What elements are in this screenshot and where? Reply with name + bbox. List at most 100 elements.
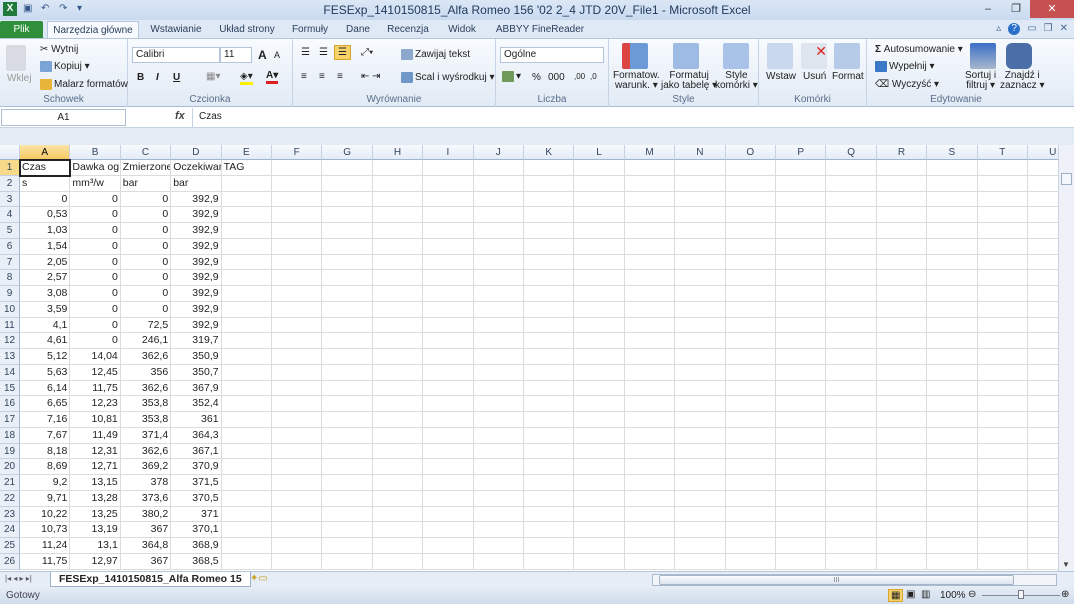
cell-T8[interactable] (977, 270, 1028, 287)
cell-B11[interactable]: 0 (70, 317, 121, 334)
cell-J7[interactable] (473, 254, 524, 271)
cell-P8[interactable] (776, 270, 827, 287)
cell-J5[interactable] (473, 223, 524, 239)
cell-P11[interactable] (776, 317, 827, 334)
align-right-icon[interactable]: ≡ (337, 71, 343, 82)
cell-J1[interactable] (473, 160, 524, 176)
cell-M22[interactable] (624, 490, 676, 507)
cell-H12[interactable] (372, 333, 424, 350)
cell-O14[interactable] (725, 364, 776, 381)
cell-M3[interactable] (624, 191, 676, 208)
cell-O26[interactable] (725, 554, 776, 570)
cell-R15[interactable] (876, 380, 928, 397)
cell-U23[interactable] (1028, 507, 1058, 523)
column-header-T[interactable]: T (977, 145, 1028, 160)
cell-I10[interactable] (423, 301, 474, 318)
align-center-icon[interactable]: ≡ (319, 71, 325, 82)
cell-F6[interactable] (272, 238, 323, 255)
cell-C4[interactable]: 0 (120, 207, 172, 224)
cell-I8[interactable] (423, 270, 474, 287)
cell-A2[interactable]: s (20, 175, 71, 192)
cell-E26[interactable] (221, 554, 272, 570)
cell-C5[interactable]: 0 (120, 223, 172, 239)
cell-R22[interactable] (876, 490, 928, 507)
cell-E9[interactable] (221, 286, 272, 302)
cell-S8[interactable] (927, 270, 978, 287)
cell-Q15[interactable] (826, 380, 877, 397)
row-header[interactable]: 11 (0, 317, 20, 334)
cell-H17[interactable] (372, 412, 424, 428)
italic-button[interactable]: I (156, 72, 159, 83)
cell-B16[interactable]: 12,23 (70, 396, 121, 413)
cell-Q25[interactable] (826, 538, 877, 554)
cell-H14[interactable] (372, 364, 424, 381)
cell-F22[interactable] (272, 490, 323, 507)
cell-C3[interactable]: 0 (120, 191, 172, 208)
cell-K6[interactable] (524, 238, 575, 255)
cell-J10[interactable] (473, 301, 524, 318)
cell-O3[interactable] (725, 191, 776, 208)
column-header-C[interactable]: C (120, 145, 172, 160)
cell-J9[interactable] (473, 286, 524, 302)
cell-J13[interactable] (473, 349, 524, 365)
zoom-slider-thumb[interactable] (1018, 590, 1024, 599)
select-all-corner[interactable] (0, 145, 20, 160)
column-header-I[interactable]: I (423, 145, 474, 160)
cell-Q4[interactable] (826, 207, 877, 224)
cell-U5[interactable] (1028, 223, 1058, 239)
cell-H23[interactable] (372, 506, 424, 523)
cell-U16[interactable] (1028, 396, 1058, 413)
cell-A5[interactable]: 1,03 (20, 223, 71, 239)
cell-U12[interactable] (1028, 333, 1058, 350)
cell-R7[interactable] (876, 254, 928, 271)
cell-P5[interactable] (776, 223, 827, 239)
cell-N12[interactable] (675, 333, 726, 350)
cell-R23[interactable] (876, 506, 928, 523)
cell-styles-button[interactable]: Style komórki ▾ (715, 71, 758, 91)
column-header-R[interactable]: R (876, 145, 928, 160)
cell-R11[interactable] (876, 317, 928, 334)
cell-D8[interactable]: 392,9 (171, 270, 222, 287)
cell-Q24[interactable] (826, 522, 877, 539)
cell-K22[interactable] (524, 490, 575, 507)
cell-M1[interactable] (624, 160, 676, 176)
cell-L16[interactable] (574, 396, 625, 413)
cell-B22[interactable]: 13,28 (70, 490, 121, 507)
cell-G17[interactable] (322, 412, 373, 428)
row-header[interactable]: 15 (0, 380, 20, 397)
number-format-combo[interactable]: Ogólne (500, 47, 604, 63)
cell-G13[interactable] (322, 349, 373, 365)
cell-S25[interactable] (927, 538, 978, 554)
cell-F8[interactable] (272, 270, 323, 287)
cell-F7[interactable] (272, 254, 323, 271)
cell-O22[interactable] (725, 490, 776, 507)
cell-H18[interactable] (372, 427, 424, 444)
cell-F24[interactable] (272, 522, 323, 539)
cell-H20[interactable] (372, 459, 424, 476)
cell-B5[interactable]: 0 (70, 223, 121, 239)
cell-N2[interactable] (675, 175, 726, 192)
column-header-G[interactable]: G (322, 145, 373, 160)
cell-J21[interactable] (473, 475, 524, 491)
cell-T14[interactable] (977, 364, 1028, 381)
cell-P2[interactable] (776, 175, 827, 192)
cell-R21[interactable] (876, 475, 928, 491)
cell-R4[interactable] (876, 207, 928, 224)
cell-J25[interactable] (473, 538, 524, 554)
cell-R26[interactable] (876, 554, 928, 570)
cell-F23[interactable] (272, 506, 323, 523)
cell-G14[interactable] (322, 364, 373, 381)
cell-A22[interactable]: 9,71 (20, 490, 71, 507)
align-bottom-icon[interactable]: ☰ (334, 45, 351, 60)
cell-L18[interactable] (574, 427, 625, 444)
cell-I11[interactable] (423, 317, 474, 334)
cell-R25[interactable] (876, 538, 928, 554)
cell-R2[interactable] (876, 175, 928, 192)
cell-U4[interactable] (1028, 207, 1058, 224)
percent-button[interactable]: % (532, 72, 541, 83)
row-header[interactable]: 7 (0, 254, 20, 271)
cell-N21[interactable] (675, 475, 726, 491)
cell-F13[interactable] (272, 349, 323, 365)
scroll-down-icon[interactable]: ▼ (1062, 560, 1070, 569)
cell-G21[interactable] (322, 475, 373, 491)
